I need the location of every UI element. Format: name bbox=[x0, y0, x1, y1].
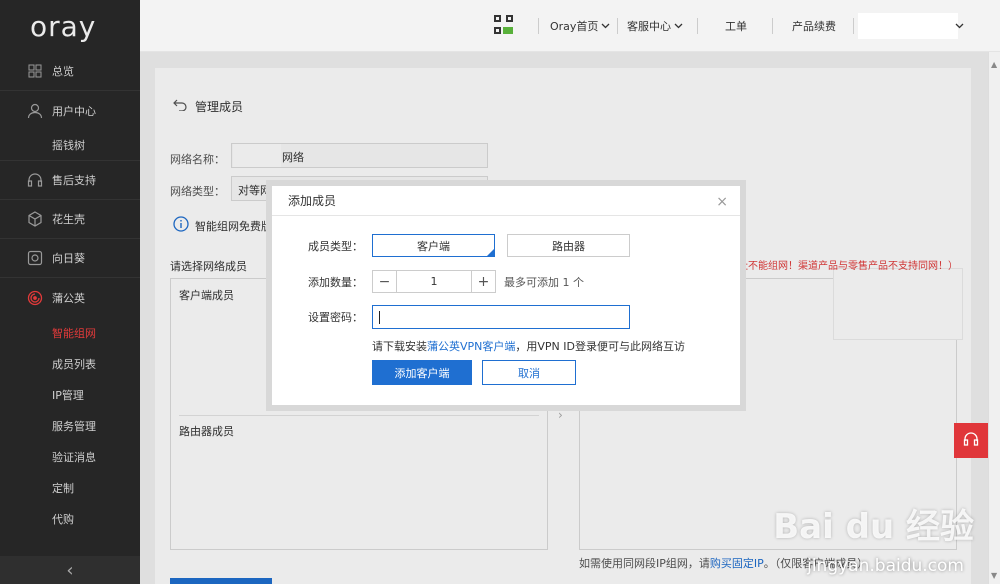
service-center-label: 客服中心 bbox=[627, 20, 671, 33]
page-scrollbar[interactable]: ▲ ▼ bbox=[988, 52, 1000, 584]
sidebar-item-label: 售后支持 bbox=[52, 174, 96, 187]
member-type-label: 成员类型： bbox=[308, 239, 363, 253]
sidebar-item-label: 蒲公英 bbox=[52, 291, 85, 305]
headset-icon bbox=[26, 171, 44, 189]
sidebar-item-smart-network[interactable]: 智能组网 bbox=[0, 317, 140, 348]
sidebar-item-custom[interactable]: 定制 bbox=[0, 472, 140, 503]
user-account-box[interactable] bbox=[858, 13, 958, 39]
sidebar-item-label: 成员列表 bbox=[52, 357, 96, 371]
sun-icon bbox=[26, 249, 44, 267]
sidebar-item-sunflower[interactable]: 向日葵 bbox=[0, 239, 140, 278]
sidebar-item-service-manage[interactable]: 服务管理 bbox=[0, 410, 140, 441]
sidebar-collapse-button[interactable]: ‹ bbox=[0, 556, 140, 584]
scroll-up-icon[interactable]: ▲ bbox=[991, 60, 997, 69]
sidebar-item-label: 代购 bbox=[52, 512, 74, 526]
ticket-link[interactable]: 工单 bbox=[725, 0, 747, 52]
oray-home-menu[interactable]: Oray首页 bbox=[550, 0, 610, 52]
close-icon[interactable]: × bbox=[716, 194, 728, 210]
watermark-url: jingyan.baidu.com bbox=[807, 556, 964, 576]
quantity-label: 添加数量： bbox=[308, 275, 363, 289]
qrcode-icon bbox=[493, 14, 515, 39]
ticket-label: 工单 bbox=[725, 20, 747, 33]
hint-suffix: ，用VPN ID登录便可与此网络互访 bbox=[515, 340, 685, 353]
minus-button[interactable]: − bbox=[373, 271, 396, 292]
cancel-label: 取消 bbox=[518, 366, 540, 380]
user-menu-toggle[interactable] bbox=[955, 0, 964, 52]
user-icon bbox=[26, 102, 44, 120]
sidebar-item-ip-manage[interactable]: IP管理 bbox=[0, 379, 140, 410]
renew-label: 产品续费 bbox=[792, 20, 836, 33]
sidebar-item-label: 验证消息 bbox=[52, 450, 96, 464]
sidebar-item-label: 用户中心 bbox=[52, 104, 96, 118]
chevron-down-icon bbox=[955, 20, 964, 33]
scroll-down-icon[interactable]: ▼ bbox=[991, 571, 997, 580]
sidebar-item-member-list[interactable]: 成员列表 bbox=[0, 348, 140, 379]
oray-home-label: Oray首页 bbox=[550, 20, 599, 33]
chevron-left-icon: ‹ bbox=[66, 559, 74, 581]
chevron-down-icon bbox=[674, 20, 683, 33]
type-router-button[interactable]: 路由器 bbox=[507, 234, 630, 257]
cancel-button[interactable]: 取消 bbox=[482, 360, 576, 385]
sidebar-item-label: 总览 bbox=[52, 65, 74, 78]
sidebar-item-label: 智能组网 bbox=[52, 326, 96, 340]
oray-logo[interactable]: oray bbox=[0, 0, 140, 52]
password-input[interactable] bbox=[372, 305, 630, 329]
dandelion-icon bbox=[26, 289, 44, 307]
password-label: 设置密码： bbox=[308, 311, 363, 324]
hint-prefix: 请下载安装 bbox=[372, 340, 427, 353]
add-member-dialog: 添加成员 × 成员类型： 客户端 路由器 添加数量： − 1 + 最多可添加 1… bbox=[266, 180, 746, 411]
sidebar-item-label: IP管理 bbox=[52, 388, 84, 402]
sidebar-item-label: 向日葵 bbox=[52, 252, 85, 265]
baidu-watermark: Bai du 经验 bbox=[773, 507, 974, 547]
sidebar: oray 总览 用户中心 摇钱树 售后支持 花生壳 向日葵 蒲公英 智能组网 成… bbox=[0, 0, 140, 584]
text-caret bbox=[379, 311, 380, 324]
sidebar-item-pgy[interactable]: 蒲公英 bbox=[0, 278, 140, 317]
sidebar-item-verify-msg[interactable]: 验证消息 bbox=[0, 441, 140, 472]
renew-link[interactable]: 产品续费 bbox=[792, 0, 836, 52]
headset-icon bbox=[963, 431, 979, 450]
plus-button[interactable]: + bbox=[472, 271, 495, 292]
add-client-button[interactable]: 添加客户端 bbox=[372, 360, 472, 385]
add-client-label: 添加客户端 bbox=[394, 366, 450, 380]
sidebar-item-support[interactable]: 售后支持 bbox=[0, 161, 140, 200]
cube-icon bbox=[26, 210, 44, 228]
service-center-menu[interactable]: 客服中心 bbox=[627, 0, 683, 52]
sidebar-item-label: 花生壳 bbox=[52, 213, 85, 226]
max-hint: 最多可添加 1 个 bbox=[504, 275, 584, 289]
grid-icon bbox=[26, 62, 44, 80]
type-client-button[interactable]: 客户端 bbox=[372, 234, 495, 257]
sidebar-item-huashengke[interactable]: 花生壳 bbox=[0, 200, 140, 239]
download-client-link[interactable]: 蒲公英VPN客户端 bbox=[427, 338, 515, 354]
qrcode-button[interactable] bbox=[493, 0, 515, 52]
sidebar-item-overview[interactable]: 总览 bbox=[0, 52, 140, 91]
type-client-label: 客户端 bbox=[417, 239, 450, 253]
sidebar-item-label: 服务管理 bbox=[52, 419, 96, 433]
quantity-input[interactable]: 1 bbox=[396, 271, 472, 292]
chevron-down-icon bbox=[601, 20, 610, 33]
sidebar-item-label: 定制 bbox=[52, 481, 74, 495]
support-float-button[interactable] bbox=[954, 423, 988, 458]
sidebar-item-label: 摇钱树 bbox=[52, 139, 85, 152]
type-router-label: 路由器 bbox=[552, 239, 585, 253]
sidebar-item-purchase[interactable]: 代购 bbox=[0, 503, 140, 534]
quantity-stepper: − 1 + bbox=[372, 270, 496, 293]
sidebar-item-money-tree[interactable]: 摇钱树 bbox=[0, 130, 140, 161]
dialog-title: 添加成员 bbox=[272, 186, 740, 216]
sidebar-item-user-center[interactable]: 用户中心 bbox=[0, 91, 140, 130]
